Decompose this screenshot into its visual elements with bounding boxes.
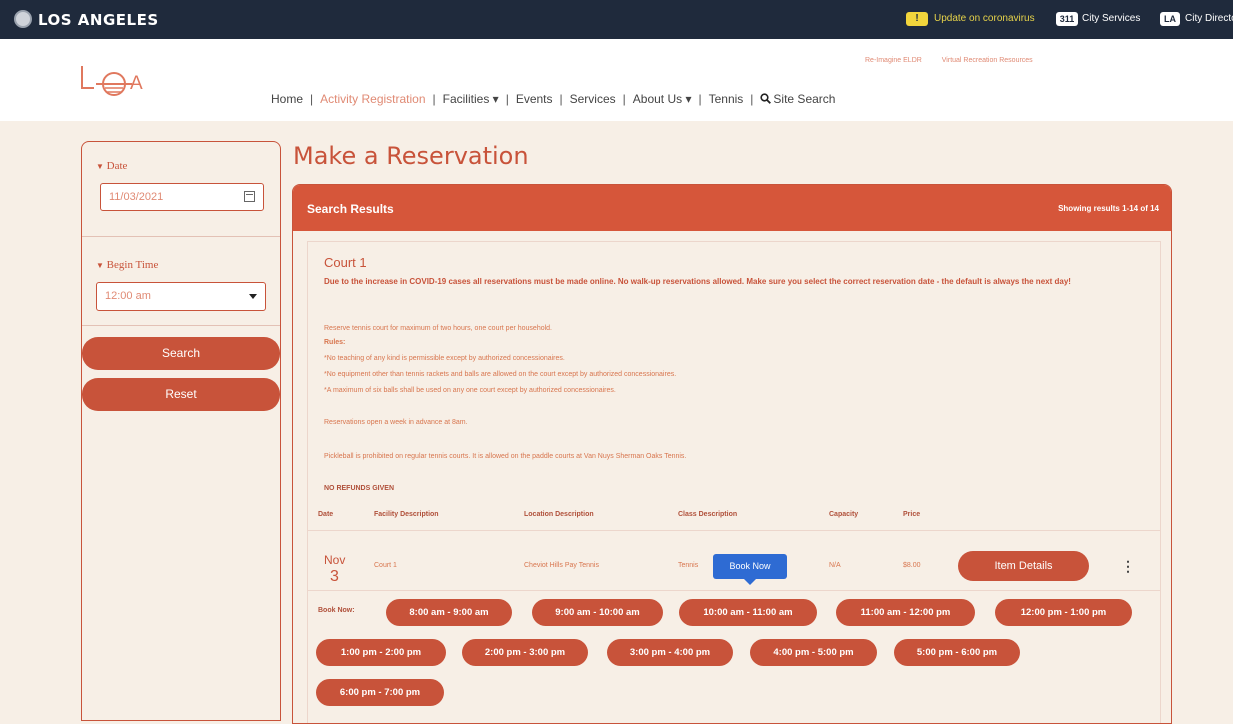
time-slot-button[interactable]: 5:00 pm - 6:00 pm: [894, 639, 1020, 666]
time-slot-button[interactable]: 9:00 am - 10:00 am: [532, 599, 663, 626]
rule-item: *A maximum of six balls shall be used on…: [324, 387, 616, 394]
divider: [82, 325, 280, 326]
begin-time-filter-toggle[interactable]: ▼ Begin Time: [96, 259, 158, 271]
rules-label: Rules:: [324, 339, 346, 346]
page-title: Make a Reservation: [293, 142, 529, 170]
item-details-button[interactable]: Item Details: [958, 551, 1089, 581]
caret-down-icon: ▼: [96, 261, 104, 270]
city-directory-link[interactable]: City Directory: [1185, 13, 1233, 24]
more-options-icon[interactable]: ⋮: [1121, 558, 1135, 575]
reset-button[interactable]: Reset: [82, 378, 280, 411]
city-brand[interactable]: LOS ANGELES: [38, 11, 159, 29]
col-date: Date: [318, 511, 334, 518]
nav-site-search[interactable]: Site Search: [760, 92, 835, 106]
nav-events[interactable]: Events: [516, 92, 553, 106]
begin-time-select[interactable]: 12:00 am: [96, 282, 266, 311]
time-slot-button[interactable]: 12:00 pm - 1:00 pm: [995, 599, 1132, 626]
time-slot-button[interactable]: 6:00 pm - 7:00 pm: [316, 679, 444, 706]
time-slot-button[interactable]: 1:00 pm - 2:00 pm: [316, 639, 446, 666]
rule-item: *No equipment other than tennis rackets …: [324, 371, 677, 378]
covid-badge-icon: !: [906, 12, 928, 26]
main-nav: Home | Activity Registration | Facilities ▾ |…: [271, 92, 835, 106]
time-slot-button[interactable]: 4:00 pm - 5:00 pm: [750, 639, 877, 666]
results-count: Showing results 1-14 of 14: [1058, 204, 1159, 213]
search-results-title: Search Results: [307, 202, 394, 216]
time-slot-button[interactable]: 8:00 am - 9:00 am: [386, 599, 512, 626]
divider: [82, 236, 280, 237]
col-price: Price: [903, 511, 921, 518]
search-button[interactable]: Search: [82, 337, 280, 370]
tooltip-arrow: [744, 579, 756, 585]
nav-separator: |: [432, 92, 436, 106]
nav-facilities[interactable]: Facilities ▾: [443, 92, 499, 106]
date-input[interactable]: 11/03/2021: [100, 183, 264, 211]
caret-down-icon: ▼: [96, 162, 104, 171]
time-slot-button[interactable]: 2:00 pm - 3:00 pm: [462, 639, 588, 666]
begin-time-label: Begin Time: [106, 259, 159, 271]
rap-logo[interactable]: A: [78, 62, 158, 107]
city-services-link[interactable]: City Services: [1082, 13, 1140, 24]
row-class: Tennis: [678, 562, 699, 569]
virtual-recreation-link[interactable]: Virtual Recreation Resources: [942, 57, 1033, 64]
book-now-label: Book Now:: [318, 607, 355, 614]
filter-sidebar: ▼ Date 11/03/2021 ▼ Begin Time 12:00 am …: [81, 141, 281, 721]
la-badge-icon: LA: [1160, 12, 1180, 26]
site-search-label: Site Search: [773, 92, 836, 106]
header-top-links: Re-Imagine ELDR Virtual Recreation Resou…: [865, 57, 1051, 64]
book-now-tooltip: Book Now: [713, 554, 787, 585]
nav-separator: |: [310, 92, 314, 106]
row-day: 3: [330, 568, 339, 585]
time-slot-button[interactable]: 10:00 am - 11:00 am: [679, 599, 817, 626]
search-results-panel: Search Results Showing results 1-14 of 1…: [292, 184, 1172, 724]
time-slot-button[interactable]: 3:00 pm - 4:00 pm: [607, 639, 733, 666]
search-icon: [760, 93, 772, 104]
nav-activity-registration[interactable]: Activity Registration: [320, 92, 425, 106]
row-price: $8.00: [903, 562, 921, 569]
nav-separator: |: [622, 92, 626, 106]
col-capacity: Capacity: [829, 511, 859, 518]
row-location: Cheviot Hills Pay Tennis: [524, 562, 599, 569]
row-capacity: N/A: [829, 562, 841, 569]
row-month: Nov: [324, 553, 346, 567]
tooltip-text: Book Now: [729, 561, 771, 571]
col-class: Class Description: [678, 511, 738, 518]
reservations-open-text: Reservations open a week in advance at 8…: [324, 419, 468, 426]
top-bar: LOS ANGELES ! Update on coronavirus 311 …: [0, 0, 1233, 39]
nav-tennis[interactable]: Tennis: [709, 92, 744, 106]
begin-time-value: 12:00 am: [105, 290, 151, 302]
logo-text: A: [130, 73, 143, 94]
col-location: Location Description: [524, 511, 594, 518]
site-header: [0, 39, 1233, 121]
city-seal-icon[interactable]: [14, 10, 32, 28]
311-badge-icon: 311: [1056, 12, 1078, 26]
nav-services[interactable]: Services: [570, 92, 616, 106]
court-name: Court 1: [324, 255, 367, 270]
col-facility: Facility Description: [374, 511, 439, 518]
date-label: Date: [106, 160, 128, 172]
row-facility: Court 1: [374, 562, 397, 569]
rule-item: *No teaching of any kind is permissible …: [324, 355, 565, 362]
dropdown-arrow-icon: [249, 294, 257, 299]
divider: [308, 530, 1160, 531]
nav-separator: |: [750, 92, 754, 106]
covid-update-link[interactable]: Update on coronavirus: [934, 13, 1035, 24]
divider: [308, 590, 1160, 591]
result-card: Court 1 Due to the increase in COVID-19 …: [307, 241, 1161, 723]
pickleball-text: Pickleball is prohibited on regular tenn…: [324, 453, 687, 460]
nav-about-us[interactable]: About Us ▾: [633, 92, 692, 106]
rap-logo-icon: A: [81, 66, 143, 96]
nav-separator: |: [559, 92, 563, 106]
time-slot-button[interactable]: 11:00 am - 12:00 pm: [836, 599, 975, 626]
nav-home[interactable]: Home: [271, 92, 303, 106]
no-refunds-text: NO REFUNDS GIVEN: [324, 485, 395, 492]
date-filter-toggle[interactable]: ▼ Date: [96, 160, 127, 172]
reimagine-link[interactable]: Re-Imagine ELDR: [865, 57, 922, 64]
date-value: 11/03/2021: [109, 191, 164, 203]
reserve-text: Reserve tennis court for maximum of two …: [324, 325, 552, 332]
nav-separator: |: [698, 92, 702, 106]
covid-warning: Due to the increase in COVID-19 cases al…: [324, 277, 1071, 286]
calendar-icon[interactable]: [244, 191, 255, 202]
search-results-header: Search Results Showing results 1-14 of 1…: [293, 185, 1171, 231]
nav-separator: |: [505, 92, 509, 106]
